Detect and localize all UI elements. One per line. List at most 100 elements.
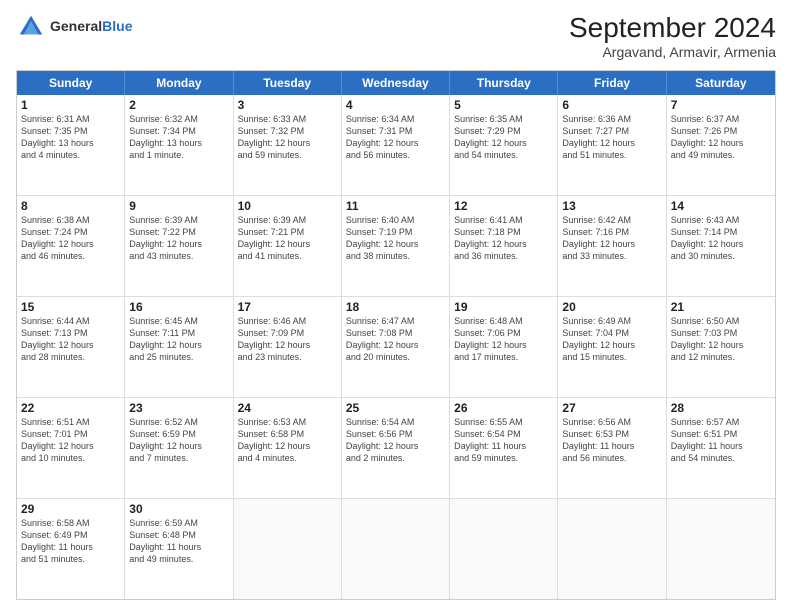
- calendar-day-2: 2Sunrise: 6:32 AMSunset: 7:34 PMDaylight…: [125, 95, 233, 195]
- day-info: Sunrise: 6:52 AMSunset: 6:59 PMDaylight:…: [129, 416, 228, 465]
- calendar-day-19: 19Sunrise: 6:48 AMSunset: 7:06 PMDayligh…: [450, 297, 558, 397]
- calendar-day-empty-4-4: [450, 499, 558, 599]
- day-number: 14: [671, 199, 771, 213]
- day-info: Sunrise: 6:41 AMSunset: 7:18 PMDaylight:…: [454, 214, 553, 263]
- day-number: 20: [562, 300, 661, 314]
- calendar-body: 1Sunrise: 6:31 AMSunset: 7:35 PMDaylight…: [17, 95, 775, 599]
- calendar-day-30: 30Sunrise: 6:59 AMSunset: 6:48 PMDayligh…: [125, 499, 233, 599]
- day-info: Sunrise: 6:46 AMSunset: 7:09 PMDaylight:…: [238, 315, 337, 364]
- calendar-day-empty-4-2: [234, 499, 342, 599]
- day-info: Sunrise: 6:37 AMSunset: 7:26 PMDaylight:…: [671, 113, 771, 162]
- day-info: Sunrise: 6:45 AMSunset: 7:11 PMDaylight:…: [129, 315, 228, 364]
- header-day-sunday: Sunday: [17, 71, 125, 95]
- calendar-week-5: 29Sunrise: 6:58 AMSunset: 6:49 PMDayligh…: [17, 499, 775, 599]
- title-block: September 2024 Argavand, Armavir, Armeni…: [569, 12, 776, 60]
- header: GeneralBlue September 2024 Argavand, Arm…: [16, 12, 776, 60]
- day-info: Sunrise: 6:39 AMSunset: 7:21 PMDaylight:…: [238, 214, 337, 263]
- day-number: 13: [562, 199, 661, 213]
- header-day-tuesday: Tuesday: [234, 71, 342, 95]
- day-info: Sunrise: 6:57 AMSunset: 6:51 PMDaylight:…: [671, 416, 771, 465]
- header-day-thursday: Thursday: [450, 71, 558, 95]
- day-number: 4: [346, 98, 445, 112]
- day-info: Sunrise: 6:39 AMSunset: 7:22 PMDaylight:…: [129, 214, 228, 263]
- logo-text: GeneralBlue: [50, 19, 132, 34]
- day-info: Sunrise: 6:35 AMSunset: 7:29 PMDaylight:…: [454, 113, 553, 162]
- header-day-monday: Monday: [125, 71, 233, 95]
- header-day-saturday: Saturday: [667, 71, 775, 95]
- day-info: Sunrise: 6:49 AMSunset: 7:04 PMDaylight:…: [562, 315, 661, 364]
- calendar-day-23: 23Sunrise: 6:52 AMSunset: 6:59 PMDayligh…: [125, 398, 233, 498]
- calendar-day-18: 18Sunrise: 6:47 AMSunset: 7:08 PMDayligh…: [342, 297, 450, 397]
- calendar-day-26: 26Sunrise: 6:55 AMSunset: 6:54 PMDayligh…: [450, 398, 558, 498]
- day-info: Sunrise: 6:54 AMSunset: 6:56 PMDaylight:…: [346, 416, 445, 465]
- calendar-week-2: 8Sunrise: 6:38 AMSunset: 7:24 PMDaylight…: [17, 196, 775, 297]
- day-info: Sunrise: 6:56 AMSunset: 6:53 PMDaylight:…: [562, 416, 661, 465]
- calendar-day-20: 20Sunrise: 6:49 AMSunset: 7:04 PMDayligh…: [558, 297, 666, 397]
- day-number: 23: [129, 401, 228, 415]
- day-number: 11: [346, 199, 445, 213]
- page: GeneralBlue September 2024 Argavand, Arm…: [0, 0, 792, 612]
- day-info: Sunrise: 6:36 AMSunset: 7:27 PMDaylight:…: [562, 113, 661, 162]
- calendar-day-22: 22Sunrise: 6:51 AMSunset: 7:01 PMDayligh…: [17, 398, 125, 498]
- calendar-week-4: 22Sunrise: 6:51 AMSunset: 7:01 PMDayligh…: [17, 398, 775, 499]
- day-info: Sunrise: 6:33 AMSunset: 7:32 PMDaylight:…: [238, 113, 337, 162]
- calendar-day-28: 28Sunrise: 6:57 AMSunset: 6:51 PMDayligh…: [667, 398, 775, 498]
- day-number: 28: [671, 401, 771, 415]
- day-number: 27: [562, 401, 661, 415]
- day-info: Sunrise: 6:58 AMSunset: 6:49 PMDaylight:…: [21, 517, 120, 566]
- day-number: 7: [671, 98, 771, 112]
- calendar-day-1: 1Sunrise: 6:31 AMSunset: 7:35 PMDaylight…: [17, 95, 125, 195]
- day-number: 17: [238, 300, 337, 314]
- day-info: Sunrise: 6:51 AMSunset: 7:01 PMDaylight:…: [21, 416, 120, 465]
- day-info: Sunrise: 6:32 AMSunset: 7:34 PMDaylight:…: [129, 113, 228, 162]
- day-info: Sunrise: 6:31 AMSunset: 7:35 PMDaylight:…: [21, 113, 120, 162]
- day-info: Sunrise: 6:53 AMSunset: 6:58 PMDaylight:…: [238, 416, 337, 465]
- calendar-week-3: 15Sunrise: 6:44 AMSunset: 7:13 PMDayligh…: [17, 297, 775, 398]
- logo: GeneralBlue: [16, 12, 132, 42]
- calendar-day-17: 17Sunrise: 6:46 AMSunset: 7:09 PMDayligh…: [234, 297, 342, 397]
- calendar-day-3: 3Sunrise: 6:33 AMSunset: 7:32 PMDaylight…: [234, 95, 342, 195]
- logo-icon: [16, 12, 46, 42]
- day-number: 9: [129, 199, 228, 213]
- calendar-header: SundayMondayTuesdayWednesdayThursdayFrid…: [17, 71, 775, 95]
- logo-general: General: [50, 18, 102, 34]
- day-number: 8: [21, 199, 120, 213]
- day-number: 29: [21, 502, 120, 516]
- calendar-day-6: 6Sunrise: 6:36 AMSunset: 7:27 PMDaylight…: [558, 95, 666, 195]
- day-number: 6: [562, 98, 661, 112]
- calendar-day-13: 13Sunrise: 6:42 AMSunset: 7:16 PMDayligh…: [558, 196, 666, 296]
- calendar-day-9: 9Sunrise: 6:39 AMSunset: 7:22 PMDaylight…: [125, 196, 233, 296]
- day-number: 26: [454, 401, 553, 415]
- header-day-wednesday: Wednesday: [342, 71, 450, 95]
- main-title: September 2024: [569, 12, 776, 44]
- day-info: Sunrise: 6:42 AMSunset: 7:16 PMDaylight:…: [562, 214, 661, 263]
- calendar-day-27: 27Sunrise: 6:56 AMSunset: 6:53 PMDayligh…: [558, 398, 666, 498]
- calendar-day-8: 8Sunrise: 6:38 AMSunset: 7:24 PMDaylight…: [17, 196, 125, 296]
- day-number: 22: [21, 401, 120, 415]
- day-info: Sunrise: 6:43 AMSunset: 7:14 PMDaylight:…: [671, 214, 771, 263]
- calendar-day-11: 11Sunrise: 6:40 AMSunset: 7:19 PMDayligh…: [342, 196, 450, 296]
- day-number: 21: [671, 300, 771, 314]
- day-number: 12: [454, 199, 553, 213]
- calendar-week-1: 1Sunrise: 6:31 AMSunset: 7:35 PMDaylight…: [17, 95, 775, 196]
- day-number: 16: [129, 300, 228, 314]
- header-day-friday: Friday: [558, 71, 666, 95]
- day-info: Sunrise: 6:47 AMSunset: 7:08 PMDaylight:…: [346, 315, 445, 364]
- day-info: Sunrise: 6:34 AMSunset: 7:31 PMDaylight:…: [346, 113, 445, 162]
- subtitle: Argavand, Armavir, Armenia: [569, 44, 776, 60]
- calendar-day-empty-4-6: [667, 499, 775, 599]
- calendar-day-29: 29Sunrise: 6:58 AMSunset: 6:49 PMDayligh…: [17, 499, 125, 599]
- day-info: Sunrise: 6:48 AMSunset: 7:06 PMDaylight:…: [454, 315, 553, 364]
- day-info: Sunrise: 6:55 AMSunset: 6:54 PMDaylight:…: [454, 416, 553, 465]
- day-info: Sunrise: 6:40 AMSunset: 7:19 PMDaylight:…: [346, 214, 445, 263]
- calendar-day-25: 25Sunrise: 6:54 AMSunset: 6:56 PMDayligh…: [342, 398, 450, 498]
- calendar-day-empty-4-3: [342, 499, 450, 599]
- day-info: Sunrise: 6:59 AMSunset: 6:48 PMDaylight:…: [129, 517, 228, 566]
- calendar-day-15: 15Sunrise: 6:44 AMSunset: 7:13 PMDayligh…: [17, 297, 125, 397]
- day-number: 30: [129, 502, 228, 516]
- calendar-day-14: 14Sunrise: 6:43 AMSunset: 7:14 PMDayligh…: [667, 196, 775, 296]
- calendar-day-21: 21Sunrise: 6:50 AMSunset: 7:03 PMDayligh…: [667, 297, 775, 397]
- day-info: Sunrise: 6:50 AMSunset: 7:03 PMDaylight:…: [671, 315, 771, 364]
- day-number: 1: [21, 98, 120, 112]
- calendar-day-10: 10Sunrise: 6:39 AMSunset: 7:21 PMDayligh…: [234, 196, 342, 296]
